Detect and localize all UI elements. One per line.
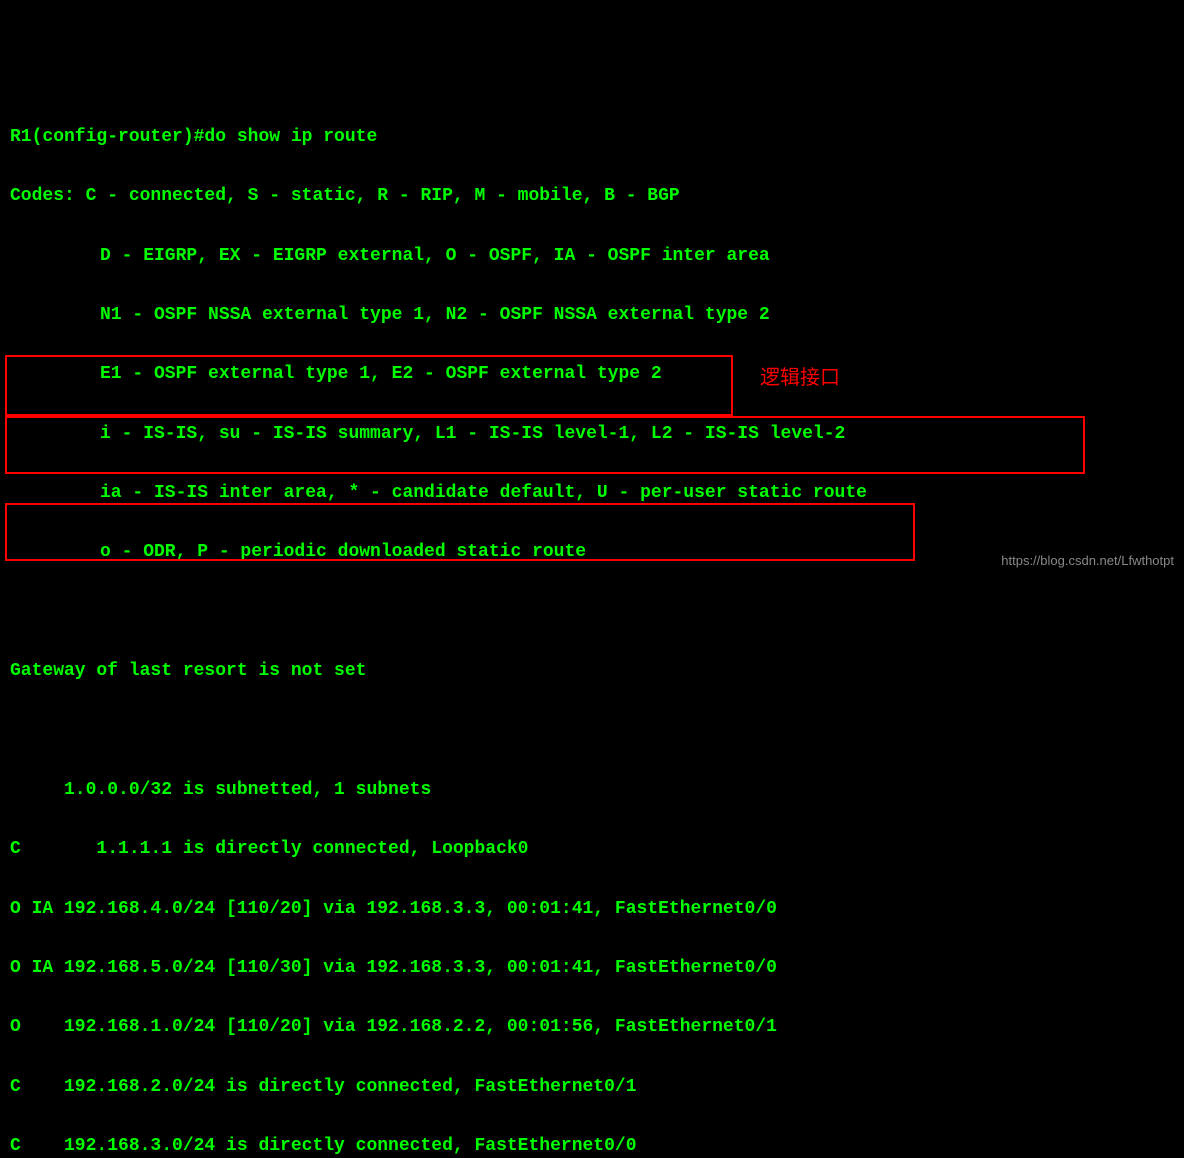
gateway-line: Gateway of last resort is not set [10,657,1174,687]
codes-line-0: Codes: C - connected, S - static, R - RI… [10,182,1174,212]
terminal-prompt: R1(config-router)#do show ip route [10,123,1174,153]
route-line-3: O IA 192.168.5.0/24 [110/30] via 192.168… [10,954,1174,984]
codes-line-2: N1 - OSPF NSSA external type 1, N2 - OSP… [10,301,1174,331]
blank-line-2 [10,717,1174,747]
codes-line-4: i - IS-IS, su - IS-IS summary, L1 - IS-I… [10,420,1174,450]
watermark: https://blog.csdn.net/Lfwthotpt [1001,550,1174,571]
codes-line-5: ia - IS-IS inter area, * - candidate def… [10,479,1174,509]
route-line-1: C 1.1.1.1 is directly connected, Loopbac… [10,835,1174,865]
route-line-0: 1.0.0.0/32 is subnetted, 1 subnets [10,776,1174,806]
codes-line-6: o - ODR, P - periodic downloaded static … [10,538,1174,568]
route-line-2: O IA 192.168.4.0/24 [110/20] via 192.168… [10,895,1174,925]
annotation-logical-interface: 逻辑接口 [760,362,840,395]
blank-line [10,598,1174,628]
route-line-4: O 192.168.1.0/24 [110/20] via 192.168.2.… [10,1013,1174,1043]
route-line-6: C 192.168.3.0/24 is directly connected, … [10,1132,1174,1158]
codes-line-1: D - EIGRP, EX - EIGRP external, O - OSPF… [10,242,1174,272]
route-line-5: C 192.168.2.0/24 is directly connected, … [10,1073,1174,1103]
codes-line-3: E1 - OSPF external type 1, E2 - OSPF ext… [10,360,1174,390]
